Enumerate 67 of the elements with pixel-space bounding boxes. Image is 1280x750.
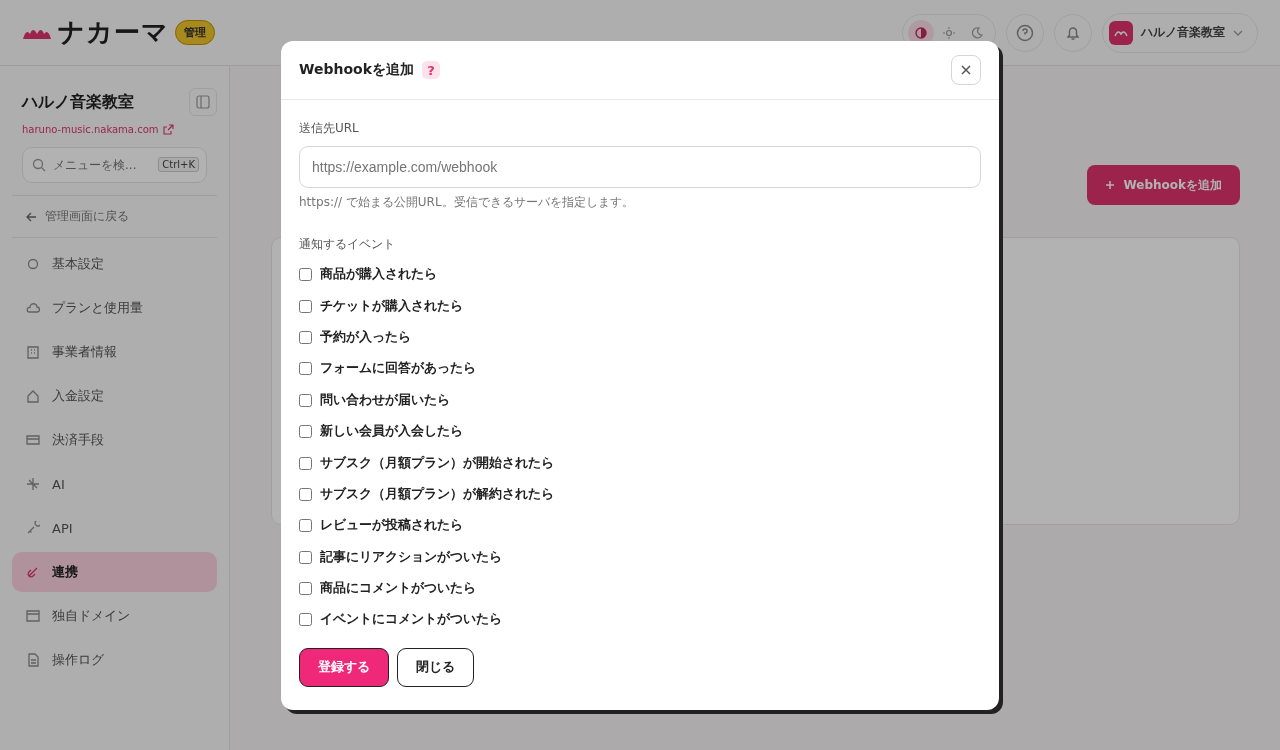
event-label: 記事にリアクションがついたら [320, 548, 502, 566]
event-checkbox[interactable] [299, 330, 312, 344]
nav-item[interactable]: プランと使用量 [12, 288, 217, 328]
event-label: チケットが購入されたら [320, 297, 463, 315]
home-icon [26, 389, 40, 403]
close-icon [960, 64, 972, 76]
shop-name: ハルノ音楽教室 [22, 91, 134, 113]
nav-item[interactable]: 操作ログ [12, 640, 217, 680]
card-icon [26, 433, 40, 447]
event-label: レビューが投稿されたら [320, 517, 463, 535]
event-label: イベントにコメントがついたら [320, 611, 502, 629]
sidebar-toggle-icon[interactable] [189, 88, 217, 116]
event-checkbox[interactable] [299, 362, 312, 376]
event-label: 予約が入ったら [320, 328, 411, 346]
building-icon [26, 345, 40, 359]
event-checkbox[interactable] [299, 456, 312, 470]
event-checkbox[interactable] [299, 425, 312, 439]
events-label: 通知するイベント [299, 236, 395, 253]
chevron-icon [1233, 29, 1243, 36]
nav-item[interactable]: 事業者情報 [12, 332, 217, 372]
event-checkbox[interactable] [299, 613, 312, 627]
shop-url-link[interactable]: haruno-music.nakama.com [22, 124, 159, 135]
event-checkbox[interactable] [299, 550, 312, 564]
cloud-icon [26, 301, 40, 315]
shortcut-hint: Ctrl+K [158, 157, 199, 172]
nav-item[interactable]: 連携 [12, 552, 217, 592]
avatar-icon [1109, 20, 1133, 45]
event-label: サブスク（月額プラン）が解約されたら [320, 485, 554, 503]
url-hint: https:// で始まる公開URL。受信できるサーバを指定します。 [299, 194, 634, 211]
event-checkbox[interactable] [299, 582, 312, 596]
event-checkbox[interactable] [299, 487, 312, 501]
search-icon [32, 158, 46, 172]
event-label: 問い合わせが届いたら [320, 391, 450, 409]
add-webhook-button[interactable]: Webhookを追加 [1087, 165, 1240, 205]
event-label: 商品にコメントがついたら [320, 580, 476, 598]
plus-icon [1105, 180, 1116, 190]
browser-icon [26, 609, 40, 623]
left-arrow-icon [26, 211, 37, 222]
nav-item[interactable]: AI [12, 464, 217, 504]
sparkle-icon [26, 477, 40, 491]
nav-item[interactable]: 決済手段 [12, 420, 217, 460]
help-badge[interactable]: ? [422, 61, 440, 79]
external-link-icon [162, 124, 174, 135]
close-dialog-button[interactable]: 閉じる [397, 647, 474, 687]
back-link[interactable]: 管理画面に戻る [12, 196, 217, 237]
url-label: 送信先URL [299, 120, 359, 137]
register-button[interactable]: 登録する [299, 647, 389, 687]
logo-text: ナカーマ [58, 16, 169, 49]
admin-badge: 管理 [175, 20, 215, 45]
event-checkbox[interactable] [299, 393, 312, 407]
event-checkbox[interactable] [299, 519, 312, 533]
event-label: フォームに回答があったら [320, 360, 476, 378]
nav-item[interactable]: 基本設定 [12, 244, 217, 284]
event-checkbox[interactable] [299, 268, 312, 282]
account-menu[interactable]: ハルノ音楽教室 [1102, 12, 1258, 53]
event-checkbox[interactable] [299, 299, 312, 313]
document-icon [26, 653, 40, 667]
nav-item[interactable]: API [12, 508, 217, 548]
close-button[interactable] [951, 55, 981, 85]
dialog-title: Webhookを追加 [299, 61, 414, 79]
event-label: 新しい会員が入会したら [320, 423, 463, 441]
nav-item[interactable]: 独自ドメイン [12, 596, 217, 636]
url-input-field[interactable]: https://example.com/webhook [299, 146, 981, 188]
nav-item[interactable]: 入金設定 [12, 376, 217, 416]
event-label: サブスク（月額プラン）が開始されたら [320, 454, 554, 472]
event-label: 商品が購入されたら [320, 266, 437, 284]
help-icon[interactable] [1006, 13, 1044, 52]
